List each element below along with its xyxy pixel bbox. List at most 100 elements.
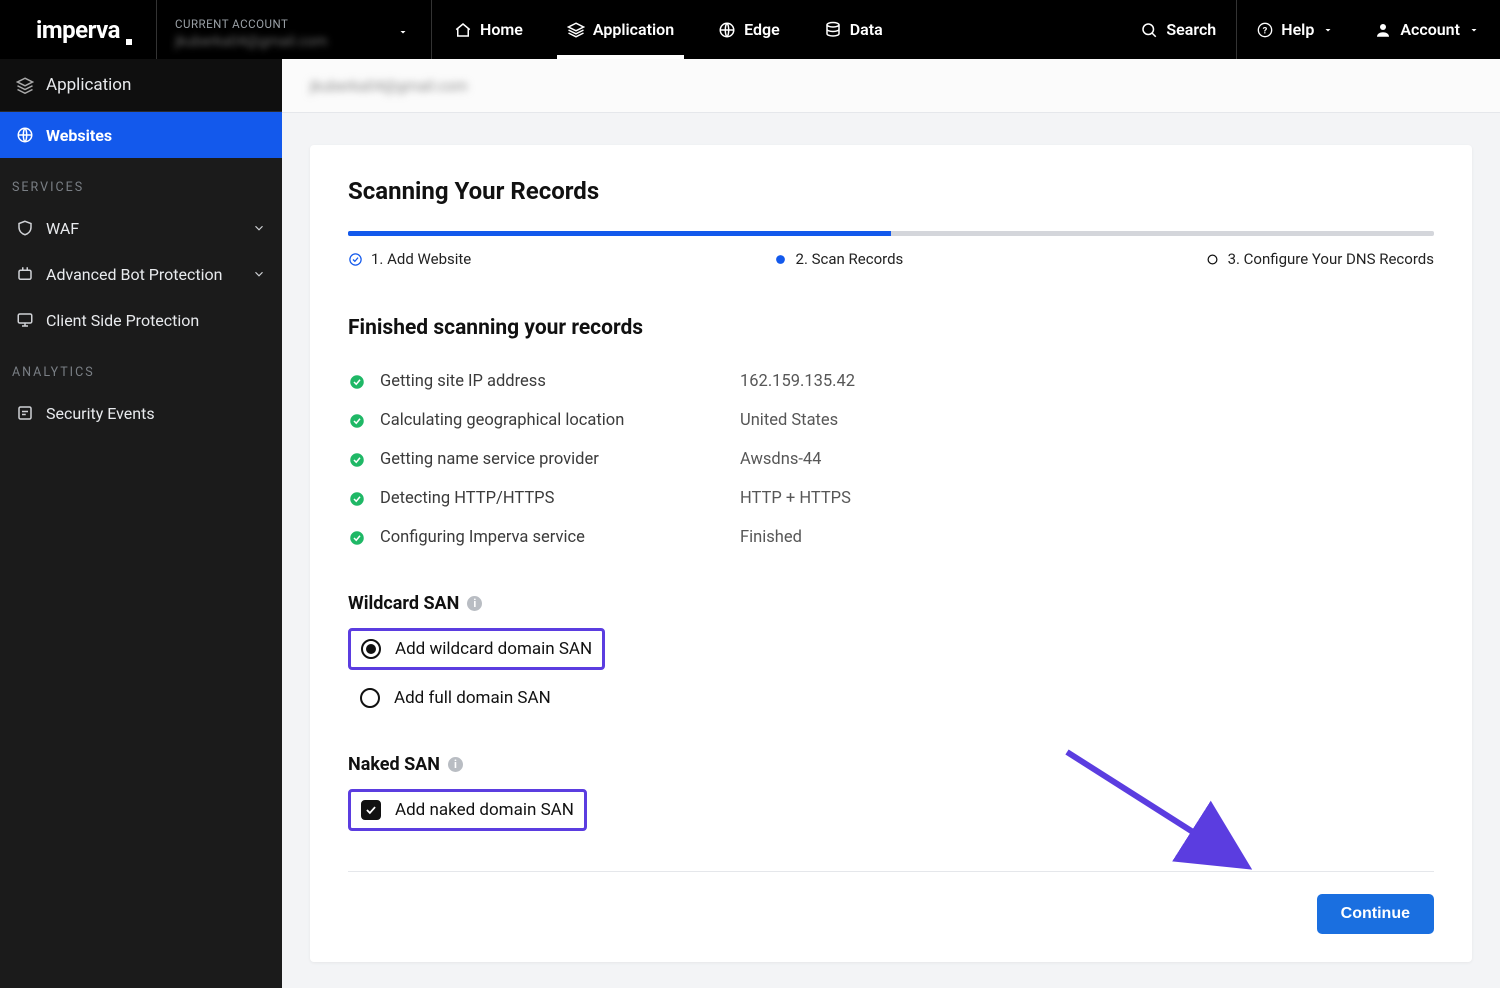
radio-label: Add full domain SAN [394,688,551,708]
scan-row: Calculating geographical location United… [348,401,1434,440]
nav-data[interactable]: Data [802,0,905,59]
sidebar-item-waf[interactable]: WAF [0,205,282,251]
nav-application-label: Application [593,20,674,39]
nav-edge-label: Edge [744,20,780,39]
step-pending-icon [1205,252,1220,267]
layers-icon [16,76,34,94]
scan-value: United States [740,411,838,430]
breadcrumb-text: jkuberka04@gmail.com [310,77,468,95]
scan-row: Getting site IP address 162.159.135.42 [348,362,1434,401]
brand-dot [126,39,132,45]
nav-help-label: Help [1281,20,1314,39]
chevron-down-icon [252,221,266,235]
nav-application[interactable]: Application [545,0,696,59]
monitor-icon [16,311,34,329]
nav-account[interactable]: Account [1354,0,1500,59]
check-icon [348,490,366,508]
wildcard-san-title: Wildcard SAN i [348,593,1434,614]
nav-edge[interactable]: Edge [696,0,802,59]
nav-search[interactable]: Search [1120,0,1236,59]
scan-row: Configuring Imperva service Finished [348,518,1434,557]
step-1: 1. Add Website [348,250,471,268]
caret-down-icon [1468,24,1480,36]
step-label: 2. Scan Records [796,250,904,268]
sidebar-item-advanced-bot[interactable]: Advanced Bot Protection [0,251,282,297]
account-label: CURRENT ACCOUNT [175,17,413,31]
scan-row: Detecting HTTP/HTTPS HTTP + HTTPS [348,479,1434,518]
continue-label: Continue [1341,905,1410,922]
finished-title: Finished scanning your records [348,316,1434,340]
events-icon [16,404,34,422]
sidebar-item-label: Advanced Bot Protection [46,265,222,284]
sidebar-item-security-events[interactable]: Security Events [0,390,282,436]
radio-icon [360,688,380,708]
sidebar: Application Websites SERVICES WAF Advanc… [0,59,282,988]
nav-search-label: Search [1166,20,1216,39]
step-label: 1. Add Website [371,250,471,268]
step-3: 3. Configure Your DNS Records [1205,250,1434,268]
nav-data-label: Data [850,20,883,39]
topbar: imperva CURRENT ACCOUNT jkuberka04@gmail… [0,0,1500,59]
radio-add-full-san[interactable]: Add full domain SAN [348,678,1434,718]
sidebar-item-label: Security Events [46,404,155,423]
check-icon [348,412,366,430]
scan-results: Getting site IP address 162.159.135.42 C… [348,362,1434,557]
right-nav: Search ? Help Account [1120,0,1500,59]
scan-key: Configuring Imperva service [380,528,740,547]
brand-logo[interactable]: imperva [0,0,157,59]
scan-key: Getting site IP address [380,372,740,391]
nav-help[interactable]: ? Help [1237,0,1354,59]
sidebar-item-label: WAF [46,219,79,238]
globe-icon [16,126,34,144]
account-selector[interactable]: CURRENT ACCOUNT jkuberka04@gmail.com [157,0,432,59]
radio-add-wildcard-san[interactable]: Add wildcard domain SAN [348,628,605,670]
scan-value: 162.159.135.42 [740,372,855,391]
sidebar-section-analytics: ANALYTICS [0,343,282,390]
brand-text: imperva [36,16,120,44]
page-title: Scanning Your Records [348,177,1434,205]
naked-san-label: Naked SAN [348,754,440,775]
nav-home[interactable]: Home [432,0,545,59]
scan-value: HTTP + HTTPS [740,489,851,508]
button-row: Continue [348,894,1434,934]
caret-down-icon [1322,24,1334,36]
check-icon [348,451,366,469]
shield-icon [16,219,34,237]
nav-home-label: Home [480,20,523,39]
naked-san-title: Naked SAN i [348,754,1434,775]
sidebar-item-client-side[interactable]: Client Side Protection [0,297,282,343]
continue-button[interactable]: Continue [1317,894,1434,934]
scan-value: Finished [740,528,802,547]
help-icon: ? [1257,22,1273,38]
scan-key: Getting name service provider [380,450,740,469]
globe-icon [718,21,736,39]
step-2: 2. Scan Records [773,250,904,268]
main-content: jkuberka04@gmail.com Scanning Your Recor… [282,59,1500,988]
chevron-down-icon [252,267,266,281]
progress-bar [348,231,1434,236]
radio-icon [361,639,381,659]
breadcrumb: jkuberka04@gmail.com [282,59,1500,113]
sidebar-section-services: SERVICES [0,158,282,205]
check-icon [348,373,366,391]
svg-text:?: ? [1263,25,1268,36]
main-nav: Home Application Edge Data [432,0,905,59]
scan-key: Calculating geographical location [380,411,740,430]
home-icon [454,21,472,39]
sidebar-item-label: Client Side Protection [46,311,199,330]
sidebar-header: Application [0,59,282,112]
checkbox-add-naked-san[interactable]: Add naked domain SAN [348,789,587,831]
sidebar-item-websites[interactable]: Websites [0,112,282,158]
info-icon[interactable]: i [448,757,463,772]
scan-value: Awsdns-44 [740,450,821,469]
info-icon[interactable]: i [467,596,482,611]
user-icon [1374,21,1392,39]
account-value: jkuberka04@gmail.com [175,33,413,50]
wizard-steps: 1. Add Website 2. Scan Records 3. Config… [348,250,1434,268]
step-current-icon [773,252,788,267]
scan-row: Getting name service provider Awsdns-44 [348,440,1434,479]
search-icon [1140,21,1158,39]
caret-down-icon [397,26,409,38]
checkbox-icon [361,800,381,820]
content-card: Scanning Your Records 1. Add Website 2. … [310,145,1472,962]
